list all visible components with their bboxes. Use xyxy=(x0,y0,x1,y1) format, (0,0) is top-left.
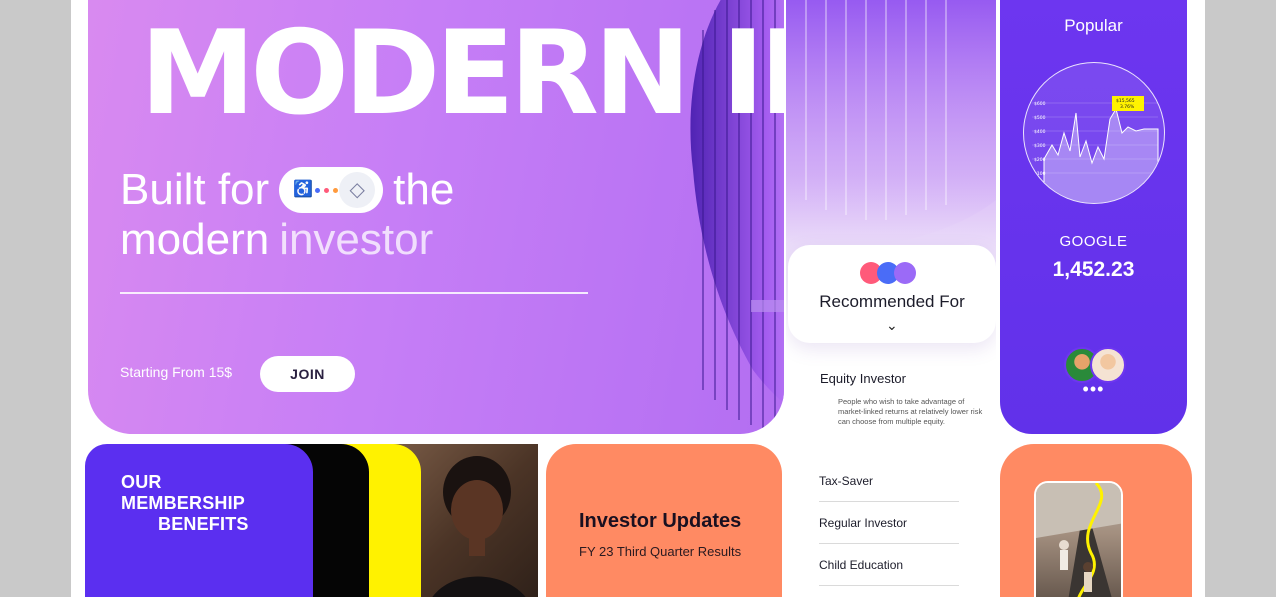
couple-road-photo xyxy=(1034,481,1123,597)
feature-pill: ♿ ◇ xyxy=(279,167,384,213)
membership-benefits-banner[interactable]: OUR MEMBERSHIP BENEFITS xyxy=(85,444,538,597)
hero-title: MODERN INVEST xyxy=(140,6,784,141)
hero-subtitle-post: the xyxy=(393,165,455,214)
chart-axis-label: $600 xyxy=(1034,101,1046,107)
avatar[interactable] xyxy=(1090,347,1126,383)
starting-price: Starting From 15$ xyxy=(120,364,233,380)
popular-title: Popular xyxy=(1064,16,1123,35)
investor-updates-card[interactable]: Investor Updates FY 23 Third Quarter Res… xyxy=(546,444,782,597)
stock-name: GOOGLE xyxy=(1059,233,1128,250)
category-item-regular-investor[interactable]: Regular Investor xyxy=(819,502,959,544)
color-dots-icon xyxy=(314,187,338,193)
couple-road-image xyxy=(1036,483,1121,597)
lifestyle-photo-card[interactable] xyxy=(1000,444,1192,597)
hero-subtitle-faded: investor xyxy=(279,215,434,264)
page-canvas: MODERN INVEST Built f xyxy=(71,0,1205,597)
category-item-child-education[interactable]: Child Education xyxy=(819,544,959,586)
chevron-down-icon[interactable]: ⌄ xyxy=(886,317,898,334)
popular-stock-card: Popular $600 $500 $400 $300 $200 $100 $1… xyxy=(1000,0,1187,434)
membership-line-1: OUR xyxy=(121,472,162,492)
category-item-tax-saver[interactable]: Tax-Saver xyxy=(819,460,959,502)
investor-category-list: Tax-Saver Regular Investor Child Educati… xyxy=(819,460,959,586)
hero-banner: MODERN INVEST Built f xyxy=(88,0,784,434)
recommendation-panel: Recommended For ⌄ Equity Investor People… xyxy=(786,0,996,440)
chart-badge-change: 3.76% xyxy=(1120,104,1135,110)
membership-heading: OUR MEMBERSHIP BENEFITS xyxy=(121,472,249,535)
stock-chart-svg: $600 $500 $400 $300 $200 $100 $15,565 3.… xyxy=(1032,96,1159,203)
stock-chart: $600 $500 $400 $300 $200 $100 $15,565 3.… xyxy=(1023,62,1165,204)
chart-axis-label: $400 xyxy=(1034,129,1046,135)
stock-value: 1,452.23 xyxy=(1052,258,1135,281)
investor-updates-title: Investor Updates xyxy=(579,510,742,532)
equity-investor-description: People who wish to take advantage of mar… xyxy=(838,397,983,426)
accessibility-icon: ♿ xyxy=(293,181,314,198)
recommended-for-card[interactable]: Recommended For ⌄ xyxy=(788,245,996,343)
join-button[interactable]: JOIN xyxy=(260,356,355,392)
membership-line-3: BENEFITS xyxy=(158,514,249,534)
recommended-for-title: Recommended For xyxy=(819,292,965,311)
chart-badge-value: $15,565 xyxy=(1116,98,1135,104)
diamond-icon: ◇ xyxy=(339,172,376,208)
chart-axis-label: $500 xyxy=(1034,115,1046,121)
hero-subtitle-main: modern xyxy=(120,215,270,264)
hero-subtitle: Built for ♿ ◇ the modern investor xyxy=(120,165,454,265)
overlapping-dots-icon xyxy=(860,262,930,284)
equity-investor-title: Equity Investor xyxy=(820,371,906,386)
sculpted-head-illustration-2 xyxy=(786,0,996,248)
hero-subtitle-pre: Built for xyxy=(120,165,270,214)
more-options-icon[interactable]: ••• xyxy=(1000,380,1187,398)
chart-axis-label: $300 xyxy=(1034,143,1046,149)
hero-divider xyxy=(120,292,588,294)
membership-line-2: MEMBERSHIP xyxy=(121,493,246,513)
investor-updates-subtitle: FY 23 Third Quarter Results xyxy=(579,544,742,559)
